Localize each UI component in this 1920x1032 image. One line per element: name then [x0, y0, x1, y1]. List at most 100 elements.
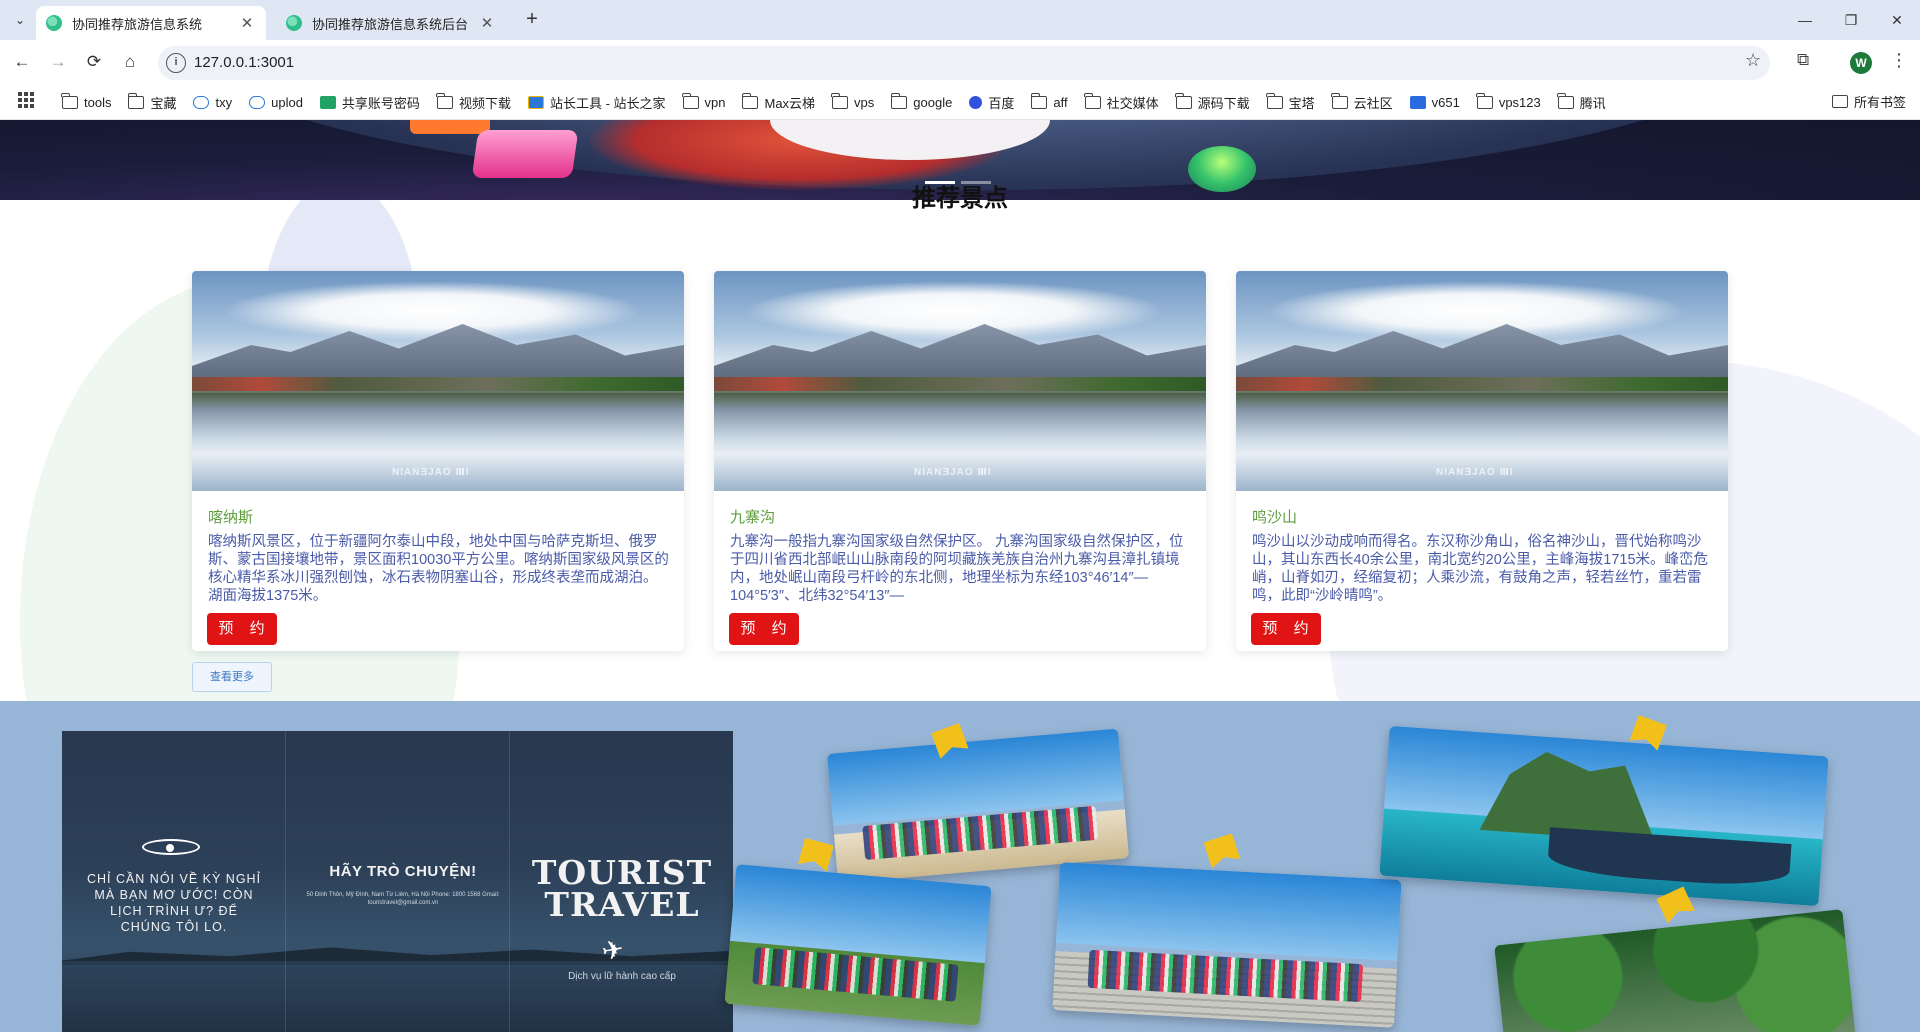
bookmark-item[interactable]: 宝塔: [1265, 92, 1315, 112]
folder-icon: [890, 92, 908, 109]
folder-icon: [1476, 92, 1493, 109]
bookmark-item[interactable]: uplod: [249, 95, 303, 110]
forward-button[interactable]: →: [44, 48, 72, 76]
paw-icon: [969, 95, 983, 109]
book-button[interactable]: 预 约: [207, 613, 277, 645]
bookmark-star-icon[interactable]: ☆: [1745, 50, 1761, 71]
tab-title: 协同推荐旅游信息系统后台: [312, 16, 469, 32]
cloud-icon: [193, 95, 210, 109]
apps-grid-icon[interactable]: [18, 92, 34, 108]
book-button[interactable]: 预 约: [1251, 613, 1321, 645]
attraction-card[interactable]: NIANƎJAO ⅢI 喀纳斯 喀纳斯风景区，位于新疆阿尔泰山中段，地处中国与哈萨克…: [192, 271, 684, 651]
folder-icon: [1557, 92, 1574, 109]
attraction-photo[interactable]: NIANƎJAO ⅢI: [192, 271, 684, 491]
site-info-icon[interactable]: i: [166, 53, 186, 73]
bookmark-label: google: [913, 94, 953, 110]
folder-icon: [61, 92, 78, 109]
folder-icon: [1265, 92, 1283, 109]
attraction-name[interactable]: 喀纳斯: [208, 506, 253, 527]
bookmark-label: vpn: [704, 94, 726, 110]
window-close-button[interactable]: ✕: [1874, 6, 1920, 34]
back-button[interactable]: ←: [8, 48, 36, 76]
tab-frontend[interactable]: 协同推荐旅游信息系统 ✕: [36, 6, 266, 40]
attraction-name[interactable]: 鸣沙山: [1252, 506, 1297, 527]
bookmark-label: uplod: [271, 94, 303, 110]
photo-watermark: NIANƎJAO ⅢI: [914, 467, 992, 478]
bookmark-item[interactable]: google: [890, 92, 953, 110]
bookmark-label: 腾讯: [1579, 95, 1606, 111]
travel-flyer-image: CHỈ CẦN NÓI VỀ KỲ NGHỈ MÀ BẠN MƠ ƯỚC! CÒ…: [62, 731, 733, 1032]
bookmark-item[interactable]: 腾讯: [1557, 92, 1606, 112]
new-tab-button[interactable]: +: [520, 8, 544, 31]
home-button[interactable]: ⌂: [116, 48, 144, 76]
attraction-card[interactable]: NIANƎJAO ⅢI 鸣沙山 鸣沙山以沙动成响而得名。东汉称沙角山，俗名神沙山，晋…: [1236, 271, 1728, 651]
bookmark-item[interactable]: tools: [61, 92, 112, 110]
page-viewport: 推荐景点 NIANƎJAO ⅢI 喀纳斯 喀纳斯风景区，位于新疆阿尔泰山中段，地处中…: [0, 120, 1920, 1032]
promo-section: CHỈ CẦN NÓI VỀ KỲ NGHỈ MÀ BẠN MƠ ƯỚC! CÒ…: [0, 701, 1920, 1032]
attraction-photo[interactable]: NIANƎJAO ⅢI: [714, 271, 1206, 491]
flyer-fold: [509, 731, 510, 1032]
photo-watermark: NIANƎJAO ⅢI: [1436, 467, 1514, 478]
bookmark-item[interactable]: 社交媒体: [1083, 92, 1159, 112]
folder-icon: [436, 92, 453, 109]
photo-treeline: [192, 377, 684, 391]
attraction-description: 九寨沟一般指九寨沟国家级自然保护区。 九寨沟国家级自然保护区，位于四川省西北部岷…: [730, 534, 1184, 604]
flyer-slogan: CHỈ CẦN NÓI VỀ KỲ NGHỈ MÀ BẠN MƠ ƯỚC! CÒ…: [86, 872, 262, 934]
tab-backend[interactable]: 协同推荐旅游信息系统后台 ✕: [276, 6, 506, 40]
site-favicon-icon: [46, 15, 62, 31]
bookmark-item[interactable]: 视频下载: [436, 92, 511, 112]
bookmark-item[interactable]: 源码下载: [1174, 92, 1250, 112]
close-tab-icon[interactable]: ✕: [238, 14, 256, 32]
tape-decoration: [1203, 833, 1242, 875]
bookmark-item[interactable]: vps: [831, 92, 875, 110]
bookmark-item[interactable]: aff: [1030, 92, 1068, 110]
flyer-fold: [285, 731, 286, 1032]
cloud-icon: [249, 95, 266, 109]
profile-avatar[interactable]: W: [1850, 52, 1872, 74]
photo-clouds: [222, 281, 642, 341]
bookmark-item[interactable]: 共享账号密码: [319, 93, 420, 112]
close-tab-icon[interactable]: ✕: [478, 14, 496, 32]
folder-icon: [681, 92, 699, 109]
bookmark-item[interactable]: vps123: [1476, 92, 1541, 110]
bookmark-item[interactable]: 宝藏: [127, 92, 177, 112]
bookmark-item[interactable]: v651: [1409, 94, 1460, 110]
browser-menu-icon[interactable]: ⋮: [1890, 50, 1908, 71]
minimize-button[interactable]: —: [1782, 6, 1828, 34]
bookmark-label: v651: [1431, 94, 1460, 110]
book-button[interactable]: 预 约: [729, 613, 799, 645]
section-title: 推荐景点: [912, 185, 1008, 212]
photo-clouds: [744, 281, 1164, 341]
extensions-icon[interactable]: ⧉: [1797, 50, 1809, 70]
green-icon: [319, 95, 336, 109]
url-text[interactable]: 127.0.0.1:3001: [194, 54, 294, 71]
folder-icon: [831, 92, 849, 109]
bookmark-label: 宝藏: [150, 95, 177, 111]
restore-button[interactable]: ❐: [1828, 6, 1874, 34]
bookmark-item[interactable]: 站长工具 - 站长之家: [527, 93, 666, 112]
bookmark-label: vps: [854, 94, 875, 110]
view-more-button[interactable]: 查看更多: [192, 662, 272, 692]
tab-search-chevron-icon[interactable]: ⌄: [8, 8, 32, 32]
bookmark-list: tools 宝藏 txy uplod 共享账号密码 视频下载 站长工具 - 站长之家 vpn M…: [61, 90, 1623, 114]
bookmark-item[interactable]: vpn: [681, 92, 726, 110]
bookmark-label: 源码下载: [1197, 95, 1250, 111]
address-bar[interactable]: [158, 46, 1770, 80]
bookmark-item[interactable]: 云社区: [1331, 92, 1393, 112]
all-bookmarks-button[interactable]: 所有书签: [1831, 92, 1906, 111]
attraction-photo[interactable]: NIANƎJAO ⅢI: [1236, 271, 1728, 491]
attraction-name[interactable]: 九寨沟: [730, 506, 775, 527]
bookmark-label: 云社区: [1353, 95, 1393, 111]
bookmark-item[interactable]: txy: [193, 95, 232, 110]
folder-icon: [1030, 92, 1048, 109]
bookmark-label: vps123: [1498, 94, 1541, 110]
bookmark-item[interactable]: 百度: [969, 93, 1014, 112]
tab-title: 协同推荐旅游信息系统: [72, 16, 203, 32]
attraction-card[interactable]: NIANƎJAO ⅢI 九寨沟九寨沟一般指九寨沟国家级自然保护区。 九寨沟国家级自…: [714, 271, 1206, 651]
reload-button[interactable]: ⟳: [80, 48, 108, 76]
photo-treeline: [1236, 377, 1728, 391]
bookmark-label: tools: [84, 94, 112, 110]
banner-illustration-part: [471, 130, 579, 178]
bookmark-label: 站长工具 - 站长之家: [549, 95, 666, 111]
bookmark-item[interactable]: Max云梯: [741, 92, 815, 112]
